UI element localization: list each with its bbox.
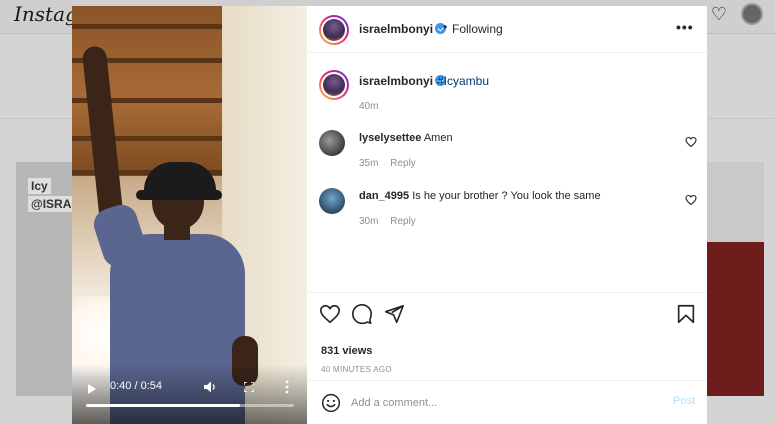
comment-text: Is he your brother ? You look the same: [412, 190, 601, 202]
comment-username[interactable]: lyselysettee: [359, 132, 421, 144]
play-icon[interactable]: [88, 384, 96, 394]
paper-plane-icon[interactable]: [383, 303, 405, 325]
more-options-icon[interactable]: [285, 380, 289, 394]
background-avatar: [741, 3, 763, 25]
post-timestamp: 40 MINUTES AGO: [321, 365, 392, 374]
video-progress-bar[interactable]: [86, 404, 294, 407]
comment-meta: 30m Reply: [359, 216, 425, 227]
comment-item: dan_4995 Is he your brother ? You look t…: [359, 190, 601, 202]
following-button[interactable]: Following: [452, 22, 503, 36]
comment-reply-button[interactable]: Reply: [390, 158, 416, 169]
post-modal: 0:40 / 0:54 israelmbonyi • Following •••…: [72, 6, 707, 424]
caption-username[interactable]: israelmbonyi: [359, 74, 447, 88]
heart-icon[interactable]: [319, 303, 341, 325]
background-heart-icon: ♡: [710, 3, 727, 24]
comment-avatar[interactable]: [319, 188, 345, 214]
comment-heart-icon[interactable]: [685, 194, 697, 206]
comment-bubble-icon[interactable]: [351, 303, 373, 325]
post-header: israelmbonyi • Following •••: [307, 6, 707, 53]
post-actions: 831 views 40 MINUTES AGO: [307, 292, 707, 387]
background-card-right-top: [706, 162, 764, 242]
comment-composer: Post: [307, 380, 707, 424]
video-controls: 0:40 / 0:54: [72, 374, 307, 406]
video-progress-fill: [86, 404, 240, 407]
header-username[interactable]: israelmbonyi: [359, 22, 447, 36]
comment-text: Amen: [423, 132, 453, 144]
header-separator: •: [443, 20, 448, 34]
video-time: 0:40 / 0:54: [110, 380, 162, 392]
caption-avatar[interactable]: [319, 70, 349, 100]
background-card-text-1: Icy: [28, 178, 51, 194]
volume-icon[interactable]: [204, 381, 217, 393]
bookmark-icon[interactable]: [675, 303, 697, 325]
comment-heart-icon[interactable]: [685, 136, 697, 148]
caption-hashtag[interactable]: #Icyambu: [437, 74, 489, 88]
comment-username[interactable]: dan_4995: [359, 190, 409, 202]
smiley-icon[interactable]: [321, 393, 341, 413]
background-top-icons: ♡: [711, 3, 763, 25]
comment-avatar[interactable]: [319, 130, 345, 156]
post-comment-button[interactable]: Post: [673, 395, 695, 407]
video-player[interactable]: 0:40 / 0:54: [72, 6, 307, 424]
more-options-button[interactable]: •••: [676, 19, 694, 35]
comment-time: 35m: [359, 158, 379, 169]
fullscreen-icon[interactable]: [244, 382, 254, 392]
video-frame-hat-brim: [136, 190, 222, 200]
comment-time: 30m: [359, 216, 379, 227]
view-count[interactable]: 831 views: [321, 345, 372, 357]
comment-input[interactable]: [351, 391, 651, 415]
post-details-panel: israelmbonyi • Following ••• israelmbony…: [307, 6, 707, 424]
comment-item: lyselysettee Amen: [359, 132, 453, 144]
caption-time: 40m: [359, 101, 379, 112]
header-avatar[interactable]: [319, 15, 349, 45]
comment-reply-button[interactable]: Reply: [390, 216, 416, 227]
comment-meta: 35m Reply: [359, 158, 425, 169]
